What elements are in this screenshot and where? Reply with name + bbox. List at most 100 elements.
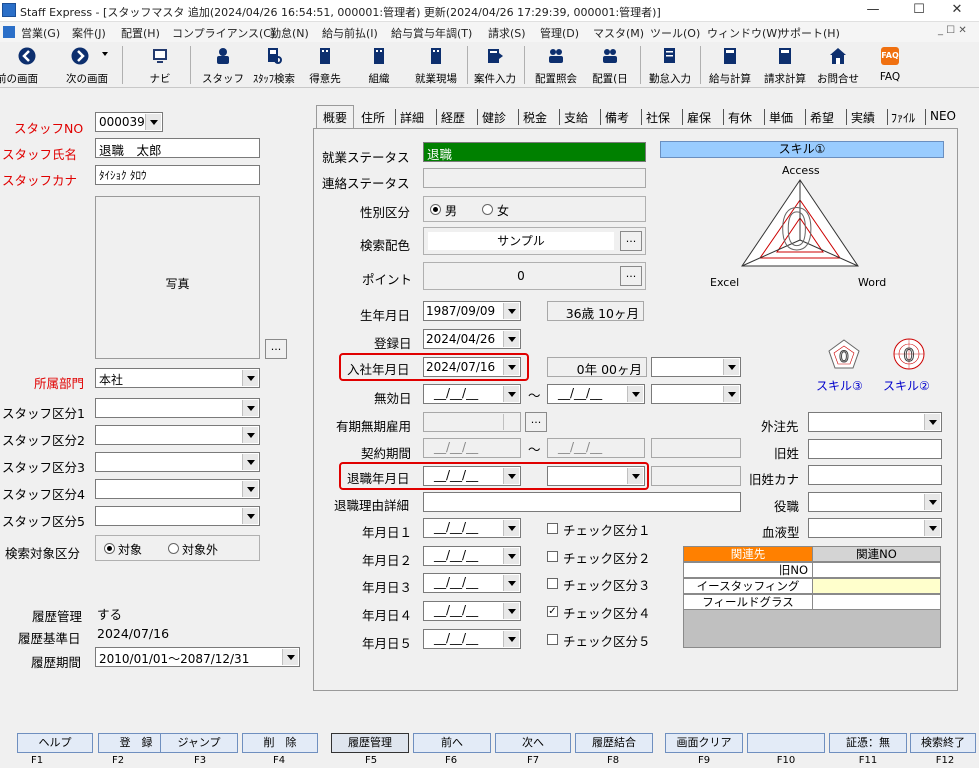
prev-screen-button[interactable]: 前の画面 [0,44,54,86]
toolbar-case-input[interactable]: 案件入力 [470,44,520,86]
f7-next-button[interactable]: 次へ [495,733,571,753]
tab-overview[interactable]: 概要 [316,105,354,128]
staff-cat5-select[interactable] [95,506,260,526]
blood-type-select[interactable] [808,518,942,538]
birth-select[interactable]: 1987/09/09 [423,301,521,321]
mdi-controls[interactable]: _ ☐ ✕ [938,25,967,36]
staff-cat1-select[interactable] [95,398,260,418]
skill2-link[interactable]: スキル② [883,377,930,394]
old-name-input[interactable] [808,439,942,459]
join-date-select[interactable]: 2024/07/16 [423,357,521,377]
tab-unit-price[interactable]: 単価 [769,106,793,128]
tab-payment[interactable]: 支給 [564,106,588,128]
menu-master[interactable]: マスタ(M) [593,25,644,41]
contract-to-select[interactable]: __/__/__ [547,438,645,458]
tab-detail[interactable]: 詳細 [400,106,424,128]
related-fieldglass-value[interactable] [812,594,941,610]
close-button[interactable]: ✕ [935,0,979,22]
toolbar-faq[interactable]: FAQ FAQ [868,44,912,86]
invalid-to-select[interactable]: __/__/__ [547,384,645,404]
toolbar-attendance[interactable]: 勤怠入力 [643,44,697,86]
staff-cat3-select[interactable] [95,452,260,472]
fixed-term-select[interactable] [423,412,521,432]
menu-kintai[interactable]: 勤怠(N) [270,25,309,41]
contract-from-select[interactable]: __/__/__ [423,438,521,458]
tab-social-ins[interactable]: 社保 [646,106,670,128]
ymd3-select[interactable]: __/__/__ [423,573,521,593]
tab-wishes[interactable]: 希望 [810,106,834,128]
minimize-button[interactable]: — [850,0,896,22]
toolbar-worksite[interactable]: 就業現場 [408,44,464,86]
check3-box[interactable] [547,578,558,589]
menu-support[interactable]: サポート(H) [779,25,840,41]
history-period-select[interactable]: 2010/01/01～2087/12/31 [95,647,300,667]
menu-tool[interactable]: ツール(O) [650,25,700,41]
retire-reason-select[interactable] [547,466,645,486]
outsource-select[interactable] [808,412,942,432]
staff-kana-input[interactable]: ﾀｲｼｮｸ ﾀﾛｳ [95,165,260,185]
dropdown-icon[interactable] [102,52,108,56]
invalid-extra-select[interactable] [651,384,741,404]
skill2-radar-icon[interactable]: 0 [892,337,926,371]
menu-kyuyo[interactable]: 給与賞与年調(T) [391,25,472,41]
tab-health[interactable]: 健診 [482,106,506,128]
f12-search-end-button[interactable]: 検索終了 [910,733,976,753]
toolbar-payroll[interactable]: 給与計算 [703,44,757,86]
retire-date-select[interactable]: __/__/__ [423,466,521,486]
toolbar-assign-daily[interactable]: 配置(日 [585,44,635,86]
gender-female-radio[interactable] [482,204,493,215]
point-button[interactable]: ... [620,266,642,286]
toolbar-assign-query[interactable]: 配置照会 [530,44,582,86]
toolbar-contact[interactable]: お問合せ [813,44,863,86]
staff-cat4-select[interactable] [95,479,260,499]
skill3-pentagon-icon[interactable]: 0 [828,339,860,369]
staff-name-input[interactable]: 退職 太郎 [95,138,260,158]
related-old-no-value[interactable] [812,562,941,578]
f10-button[interactable] [747,733,825,753]
f11-evidence-button[interactable]: 証憑：無 [829,733,907,753]
toolbar-navi[interactable]: ナビ [140,44,180,86]
fixed-term-button[interactable]: ... [525,412,547,432]
reg-date-select[interactable]: 2024/04/26 [423,329,521,349]
photo-browse-button[interactable]: ... [265,339,287,359]
check1-box[interactable] [547,523,558,534]
check2-box[interactable] [547,551,558,562]
tab-files[interactable]: ﾌｧｲﾙ [891,106,915,128]
tab-history[interactable]: 経歴 [441,106,465,128]
next-screen-button[interactable]: 次の画面 [58,44,116,86]
retire-extra-select[interactable] [651,466,741,486]
menu-window[interactable]: ウィンドウ(W) [707,25,781,41]
dept-select[interactable]: 本社 [95,368,260,388]
tab-paid-leave[interactable]: 有休 [728,106,752,128]
ymd2-select[interactable]: __/__/__ [423,546,521,566]
search-target-radio-on[interactable] [104,543,115,554]
tab-notes[interactable]: 備考 [605,106,629,128]
tab-employment-ins[interactable]: 雇保 [687,106,711,128]
menu-maebarai[interactable]: 給与前払(I) [322,25,378,41]
toolbar-customer[interactable]: 得意先 [303,44,347,86]
tab-tax[interactable]: 税金 [523,106,547,128]
check4-box[interactable]: ✓ [547,606,558,617]
tab-address[interactable]: 住所 [361,106,385,128]
old-kana-input[interactable] [808,465,942,485]
check5-box[interactable] [547,634,558,645]
search-color-button[interactable]: ... [620,231,642,251]
ymd4-select[interactable]: __/__/__ [423,601,521,621]
toolbar-billing[interactable]: 請求計算 [758,44,812,86]
f1-help-button[interactable]: ヘルプ [17,733,93,753]
menu-compliance[interactable]: コンプライアンス(C) [172,25,275,41]
gender-male-radio[interactable] [430,204,441,215]
f4-delete-button[interactable]: 削 除 [242,733,318,753]
skill3-link[interactable]: スキル③ [816,377,863,394]
tab-neo[interactable]: NEO [930,106,956,128]
staff-no-select[interactable]: 000039 [95,112,163,132]
menu-kanri[interactable]: 管理(D) [540,25,579,41]
ymd5-select[interactable]: __/__/__ [423,629,521,649]
toolbar-org[interactable]: 組織 [357,44,401,86]
contact-status-field[interactable] [423,168,646,188]
retire-detail-input[interactable] [423,492,741,512]
menu-anken[interactable]: 案件(J) [72,25,106,41]
menu-seikyu[interactable]: 請求(S) [488,25,526,41]
f3-jump-button[interactable]: ジャンプ [160,733,238,753]
f5-history-button[interactable]: 履歴管理 [331,733,409,753]
